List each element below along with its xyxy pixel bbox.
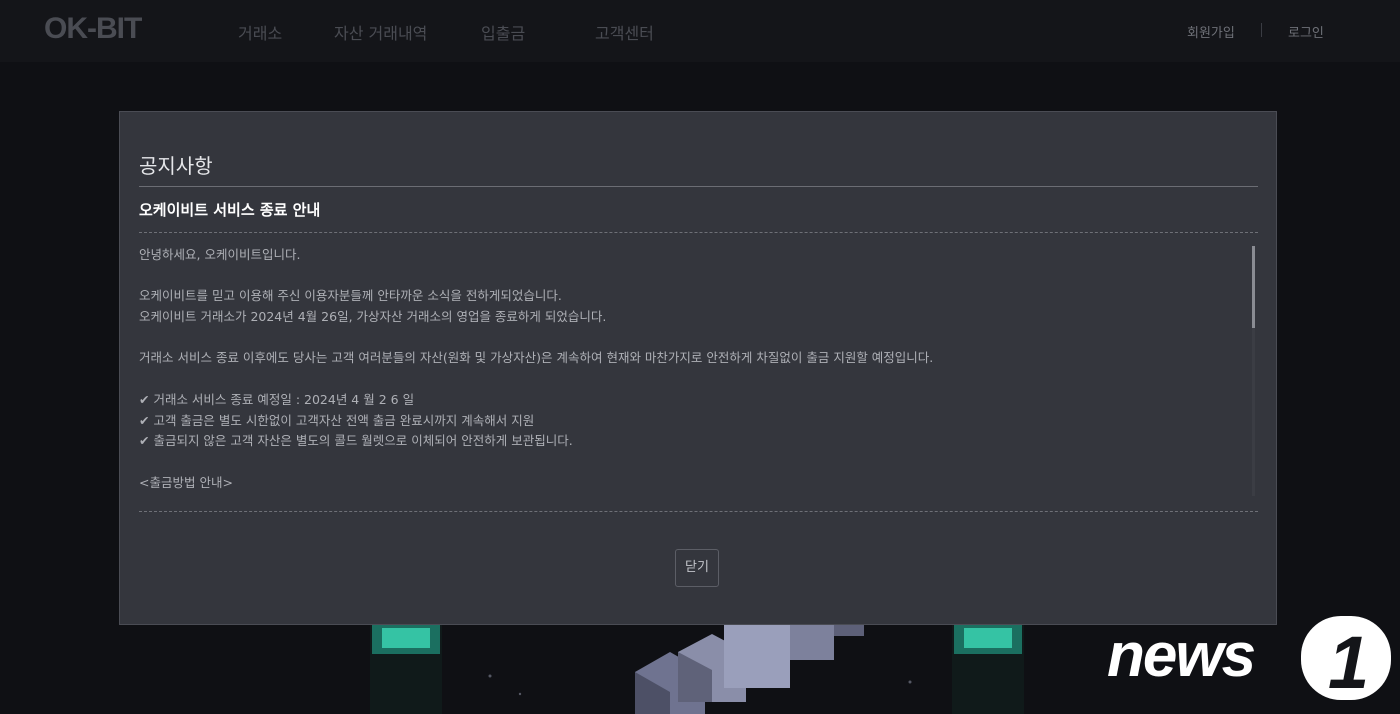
nav-item-deposit-withdraw[interactable]: 입출금 (481, 20, 525, 44)
notice-line (139, 369, 1239, 390)
nav-item-customer-center[interactable]: 고객센터 (595, 20, 654, 44)
modal-title: 공지사항 (139, 154, 213, 178)
teal-block-right (952, 617, 1024, 714)
notice-line (139, 452, 1239, 473)
notice-line: 거래소 서비스 종료 이후에도 당사는 고객 여러분들의 자산(원화 및 가상자… (139, 350, 934, 366)
watermark-number: 1 (1328, 621, 1369, 704)
notice-heading: 오케이비트 서비스 종료 안내 (139, 201, 321, 219)
news1-watermark: news 1 (1107, 616, 1391, 704)
notice-line: ✔ 거래소 서비스 종료 예정일 : 2024년 4 월 2 6 일 (139, 391, 415, 407)
notice-line: ✔ 고객 출금은 별도 시한없이 고객자산 전액 출금 완료시까지 계속해서 지… (139, 412, 535, 428)
notice-line: ✔ 출금되지 않은 고객 자산은 별도의 콜드 월렛으로 이체되어 안전하게 보… (139, 433, 573, 449)
close-button[interactable]: 닫기 (675, 549, 719, 587)
notice-modal: 공지사항 오케이비트 서비스 종료 안내 안녕하세요, 오케이비트입니다. 오케… (119, 111, 1277, 625)
notice-line: 안녕하세요, 오케이비트입니다. (139, 247, 301, 262)
title-divider (139, 186, 1258, 187)
notice-line (139, 266, 1239, 287)
cube-cluster (635, 624, 864, 714)
nav-item-exchange[interactable]: 거래소 (238, 20, 282, 44)
login-link[interactable]: 로그인 (1288, 22, 1324, 41)
heading-divider (139, 232, 1258, 233)
nav-divider (1261, 23, 1262, 37)
notice-body[interactable]: 안녕하세요, 오케이비트입니다. 오케이비트를 믿고 이용해 주신 이용자분들께… (139, 245, 1239, 497)
signup-link[interactable]: 회원가입 (1187, 22, 1235, 41)
notice-line: 오케이비트 거래소가 2024년 4월 26일, 가상자산 거래소의 영업을 종… (139, 309, 607, 325)
notice-line (139, 328, 1239, 349)
notice-scrollbar-thumb[interactable] (1252, 246, 1255, 328)
body-divider (139, 511, 1258, 512)
top-navigation-bar: OK-BIT 거래소 자산 거래내역 입출금 고객센터 회원가입 로그인 (0, 0, 1400, 62)
nav-item-asset-history[interactable]: 자산 거래내역 (334, 20, 427, 44)
watermark-text: news (1107, 621, 1255, 690)
site-logo[interactable]: OK-BIT (44, 12, 142, 46)
notice-line: <출금방법 안내> (139, 474, 233, 490)
notice-line: 오케이비트를 믿고 이용해 주신 이용자분들께 안타까운 소식을 전하게되었습니… (139, 288, 562, 304)
teal-block-left (370, 617, 442, 714)
